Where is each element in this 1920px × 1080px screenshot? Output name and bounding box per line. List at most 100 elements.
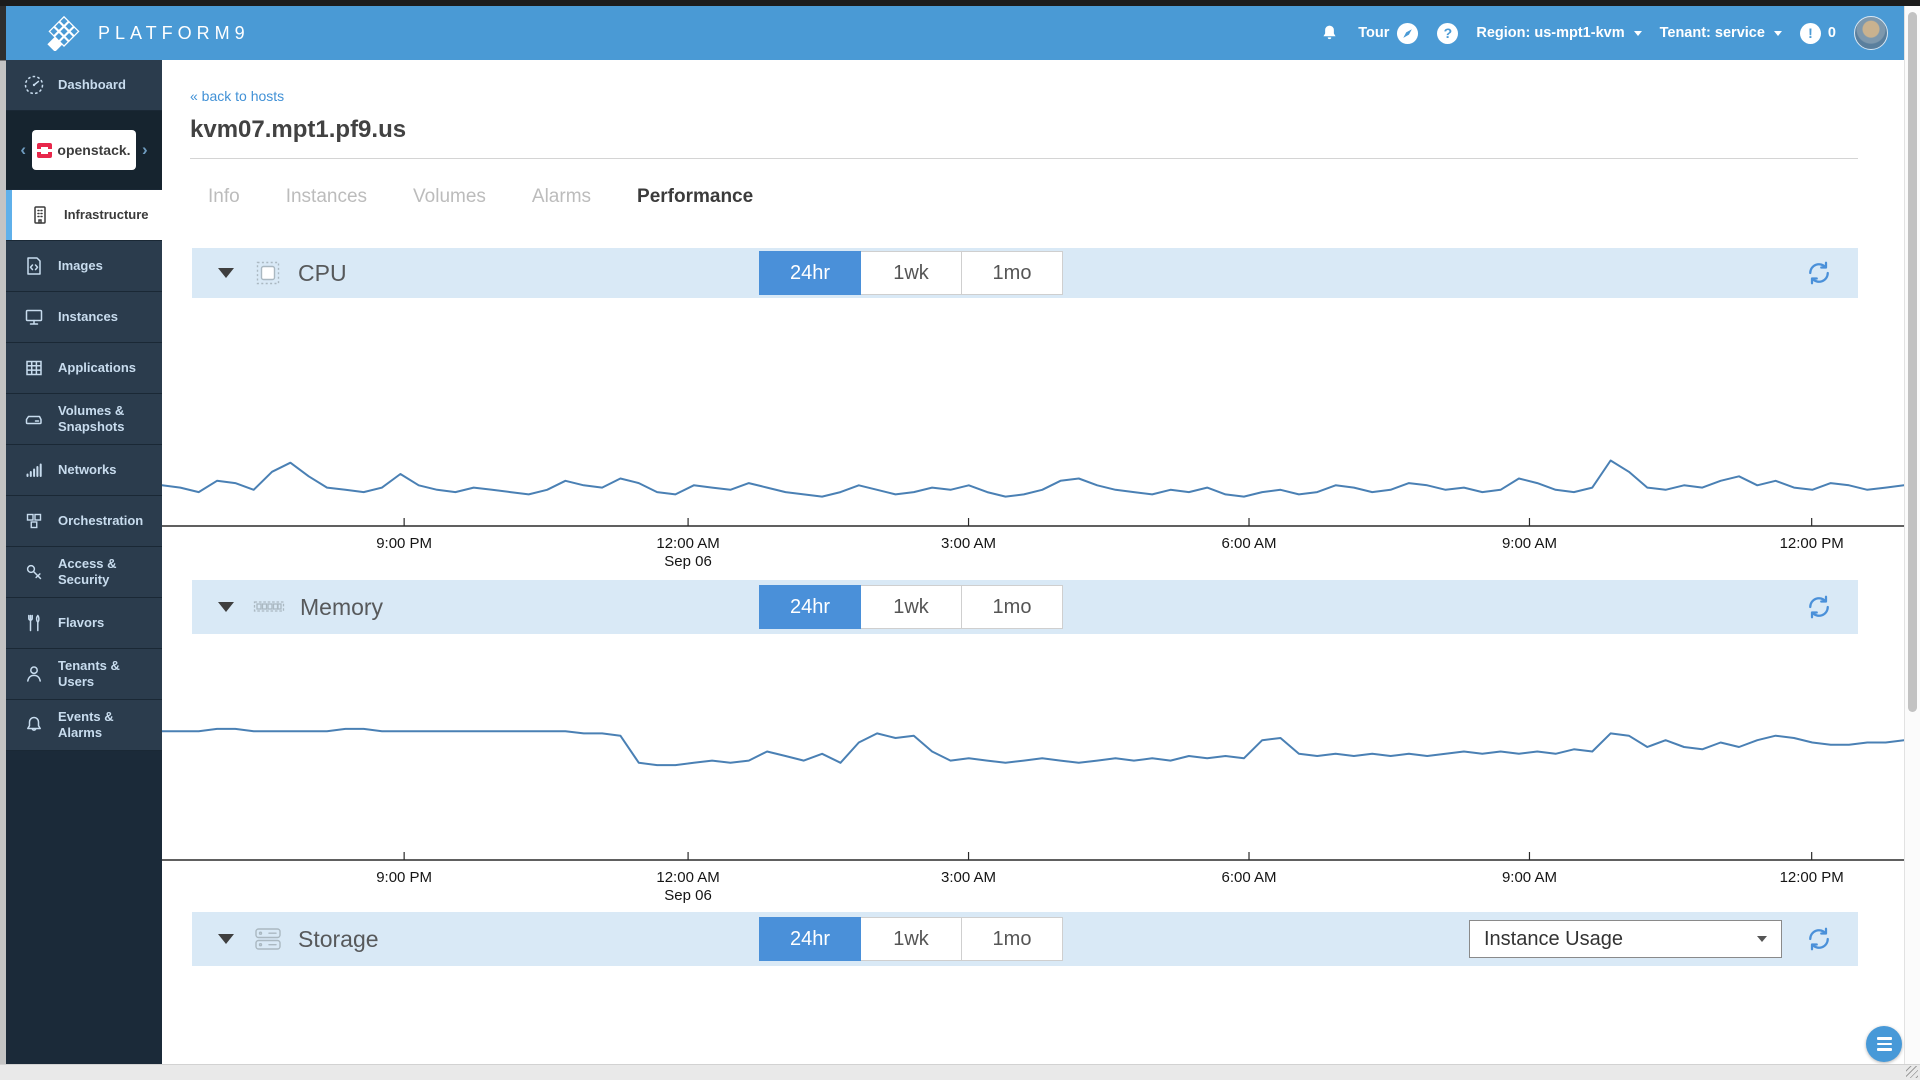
user-avatar[interactable] <box>1854 16 1888 50</box>
back-to-hosts-link[interactable]: « back to hosts <box>190 88 284 104</box>
sidebar-item-label: Dashboard <box>58 77 126 93</box>
platform9-lattice-icon <box>42 15 86 51</box>
svg-text:9:00 AM: 9:00 AM <box>1502 869 1557 886</box>
vertical-scrollbar <box>1904 6 1920 1064</box>
sidebar-item-label: Instances <box>58 309 118 325</box>
sidebar-item-tenants-users[interactable]: Tenants & Users <box>6 649 162 700</box>
tour-button[interactable]: Tour <box>1358 22 1419 45</box>
refresh-icon <box>1804 258 1834 288</box>
svg-text:3:00 AM: 3:00 AM <box>941 535 996 552</box>
help-button[interactable]: ? <box>1437 23 1458 44</box>
platform9-logo: PLATFORM9 <box>42 15 250 51</box>
svg-text:12:00 AM: 12:00 AM <box>656 535 719 552</box>
volume-drive-icon <box>22 408 46 430</box>
storage-range-toggle: 24hr 1wk 1mo <box>759 917 1063 961</box>
refresh-icon <box>1804 592 1834 622</box>
chevron-right-icon[interactable]: › <box>140 140 150 160</box>
range-1wk-button[interactable]: 1wk <box>861 251 962 295</box>
svg-text:3:00 AM: 3:00 AM <box>941 869 996 886</box>
dropdown-value: Instance Usage <box>1484 928 1623 951</box>
refresh-icon <box>1804 924 1834 954</box>
sidebar-item-instances[interactable]: Instances <box>6 292 162 343</box>
range-1mo-button[interactable]: 1mo <box>962 917 1063 961</box>
sidebar-item-label: Applications <box>58 360 136 376</box>
alerts-indicator[interactable]: ! 0 <box>1800 23 1836 44</box>
sidebar-item-dashboard[interactable]: Dashboard <box>6 60 162 111</box>
svg-text:12:00 AM: 12:00 AM <box>656 869 719 886</box>
sidebar-item-label: Infrastructure <box>64 207 149 223</box>
memory-chart: 9:00 PM12:00 AMSep 063:00 AM6:00 AM9:00 … <box>162 634 1904 914</box>
tab-instances[interactable]: Instances <box>286 186 367 208</box>
svg-text:9:00 AM: 9:00 AM <box>1502 535 1557 552</box>
cpu-range-toggle: 24hr 1wk 1mo <box>759 251 1063 295</box>
collapse-triangle-icon[interactable] <box>218 934 234 944</box>
resize-grip-icon[interactable] <box>1906 1066 1918 1078</box>
cpu-section-header: CPU 24hr 1wk 1mo <box>192 248 1858 298</box>
openstack-label: openstack. <box>57 142 130 158</box>
svg-text:9:00 PM: 9:00 PM <box>376 869 432 886</box>
cpu-chip-icon <box>252 257 284 289</box>
building-icon <box>28 204 52 226</box>
memory-refresh-button[interactable] <box>1804 592 1834 622</box>
memory-section-header: Memory 24hr 1wk 1mo <box>192 580 1858 634</box>
sidebar-item-label: Volumes & Snapshots <box>58 403 150 436</box>
sidebar-item-flavors[interactable]: Flavors <box>6 598 162 649</box>
range-24hr-button[interactable]: 24hr <box>759 251 861 295</box>
svg-text:12:00 PM: 12:00 PM <box>1780 535 1844 552</box>
top-bar-right: Tour ? Region: us-mpt1-kvm Tenant: servi… <box>1319 6 1888 60</box>
scrollbar-thumb[interactable] <box>1908 12 1917 712</box>
sidebar-item-access-security[interactable]: Access & Security <box>6 547 162 598</box>
section-title: CPU <box>298 260 347 287</box>
range-24hr-button[interactable]: 24hr <box>759 585 861 629</box>
openstack-card[interactable]: openstack. <box>32 130 136 170</box>
key-icon <box>22 561 46 583</box>
chevron-down-icon <box>1634 31 1642 36</box>
chevron-down-icon <box>1757 936 1767 942</box>
sidebar-item-label: Events & Alarms <box>58 709 152 742</box>
tab-info[interactable]: Info <box>208 186 240 208</box>
person-icon <box>22 663 46 685</box>
svg-text:6:00 AM: 6:00 AM <box>1221 535 1276 552</box>
title-divider <box>190 158 1858 159</box>
collapse-triangle-icon[interactable] <box>218 268 234 278</box>
tab-performance[interactable]: Performance <box>637 186 753 208</box>
signal-bars-icon <box>22 459 46 481</box>
range-24hr-button[interactable]: 24hr <box>759 917 861 961</box>
main-content: « back to hosts kvm07.mpt1.pf9.us Info I… <box>162 60 1904 1064</box>
range-1mo-button[interactable]: 1mo <box>962 251 1063 295</box>
sidebar-item-label: Flavors <box>58 615 104 631</box>
section-title: Memory <box>300 594 383 621</box>
region-dropdown[interactable]: Region: us-mpt1-kvm <box>1476 25 1641 41</box>
tab-alarms[interactable]: Alarms <box>532 186 591 208</box>
hamburger-icon <box>1877 1037 1892 1040</box>
sidebar-item-applications[interactable]: Applications <box>6 343 162 394</box>
openstack-logo-icon <box>37 143 52 158</box>
section-title: Storage <box>298 926 379 953</box>
sidebar-item-label: Access & Security <box>58 556 152 589</box>
sidebar-item-volumes-snapshots[interactable]: Volumes & Snapshots <box>6 394 162 445</box>
sidebar-item-infrastructure[interactable]: Infrastructure <box>6 190 162 241</box>
window-left-edge <box>0 6 6 1064</box>
sidebar-item-networks[interactable]: Networks <box>6 445 162 496</box>
sidebar-item-events-alarms[interactable]: Events & Alarms <box>6 700 162 751</box>
sidebar-item-label: Networks <box>58 462 117 478</box>
notifications-bell-button[interactable] <box>1319 23 1340 44</box>
sidebar-item-orchestration[interactable]: Orchestration <box>6 496 162 547</box>
range-1wk-button[interactable]: 1wk <box>861 585 962 629</box>
sidebar-item-images[interactable]: Images <box>6 241 162 292</box>
svg-text:Sep 06: Sep 06 <box>664 887 712 904</box>
quick-actions-fab[interactable] <box>1866 1026 1902 1062</box>
collapse-triangle-icon[interactable] <box>218 602 234 612</box>
tab-volumes[interactable]: Volumes <box>413 186 486 208</box>
tenant-label: Tenant: service <box>1660 25 1765 41</box>
cpu-refresh-button[interactable] <box>1804 258 1834 288</box>
memory-ram-icon <box>252 594 286 620</box>
chevron-left-icon[interactable]: ‹ <box>18 140 28 160</box>
storage-metric-dropdown[interactable]: Instance Usage <box>1469 920 1782 958</box>
alert-count: 0 <box>1828 25 1836 41</box>
range-1mo-button[interactable]: 1mo <box>962 585 1063 629</box>
storage-section-header: Storage 24hr 1wk 1mo Instance Usage <box>192 912 1858 966</box>
range-1wk-button[interactable]: 1wk <box>861 917 962 961</box>
tenant-dropdown[interactable]: Tenant: service <box>1660 25 1782 41</box>
storage-refresh-button[interactable] <box>1804 924 1834 954</box>
